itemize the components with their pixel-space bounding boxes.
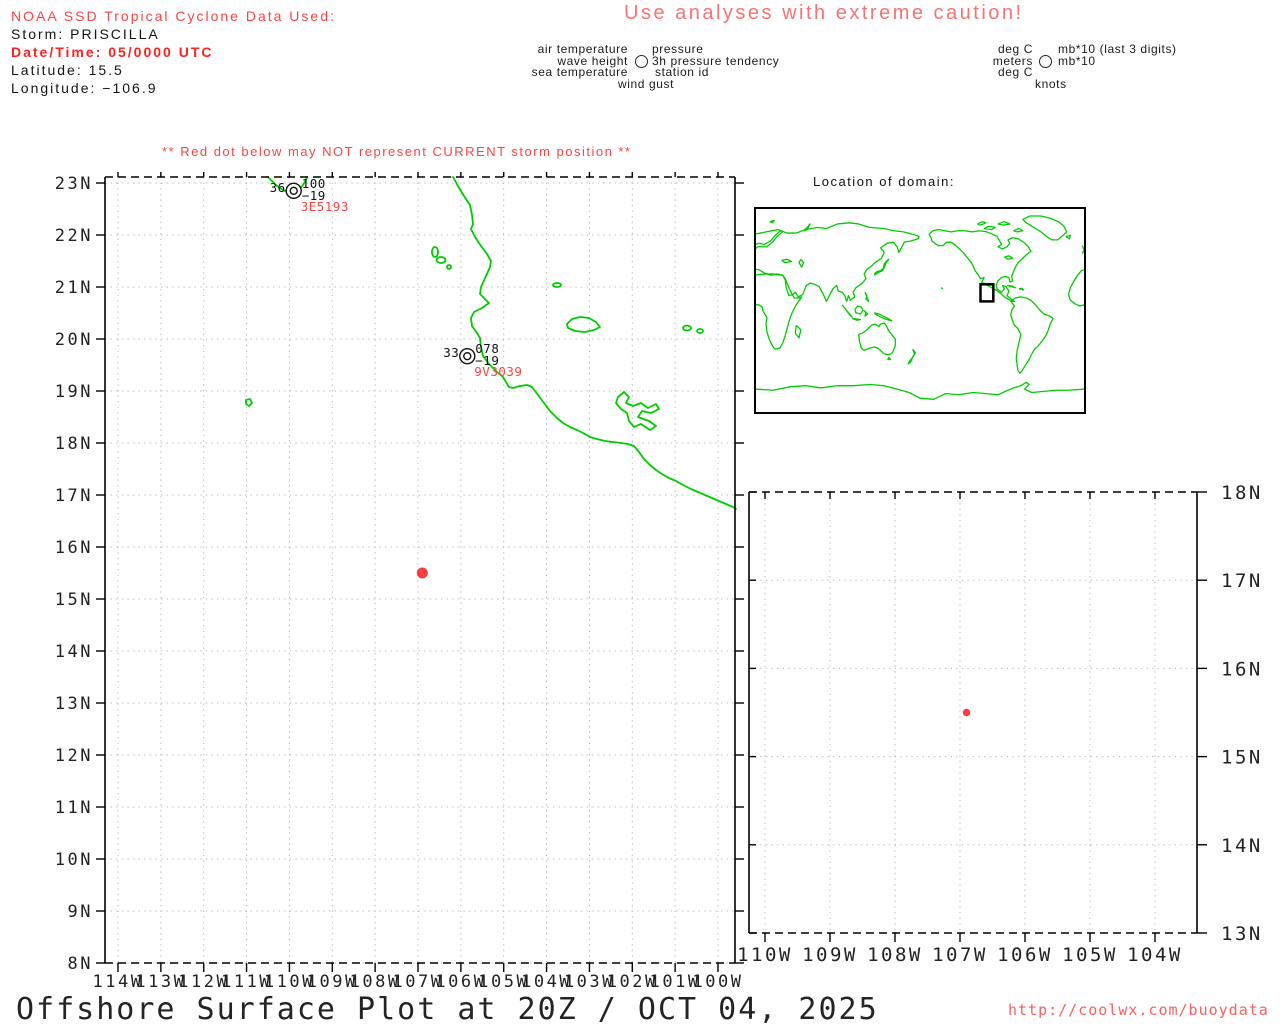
- svg-text:108W: 108W: [867, 944, 923, 966]
- svg-text:13N: 13N: [55, 694, 93, 714]
- station-plot: 33 078−199V3039: [443, 341, 522, 379]
- caution-warning: Use analyses with extreme caution!: [624, 2, 1024, 24]
- svg-text:104W: 104W: [1127, 944, 1183, 966]
- units-mb10: mb*10: [1058, 54, 1096, 68]
- svg-text:3E5193: 3E5193: [301, 199, 349, 214]
- svg-text:106W: 106W: [997, 944, 1053, 966]
- units-knots: knots: [1035, 77, 1067, 91]
- inset-title: Location of domain:: [813, 174, 955, 189]
- svg-text:110W: 110W: [737, 944, 793, 966]
- svg-text:18N: 18N: [55, 434, 93, 454]
- svg-text:23N: 23N: [55, 174, 93, 194]
- header-source-line: NOAA SSD Tropical Cyclone Data Used:: [11, 8, 336, 24]
- station-plot: 36 100−193E5193: [270, 176, 349, 214]
- svg-text:109W: 109W: [802, 944, 858, 966]
- svg-text:17N: 17N: [55, 486, 93, 506]
- plot-title: Offshore Surface Plot at 20Z / OCT 04, 2…: [16, 992, 879, 1027]
- header-datetime: Date/Time: 05/0000 UTC: [11, 44, 214, 60]
- world-coastlines: [755, 215, 1085, 400]
- legend-sea-temp: sea temperature: [531, 65, 628, 79]
- station-circle-icon: [635, 55, 648, 68]
- svg-text:11N: 11N: [55, 798, 93, 818]
- header-block: NOAA SSD Tropical Cyclone Data Used: Sto…: [11, 7, 336, 97]
- svg-text:16N: 16N: [55, 538, 93, 558]
- svg-text:9N: 9N: [68, 902, 93, 922]
- storm-position-warning: ** Red dot below may NOT represent CURRE…: [162, 144, 632, 159]
- storm-position-dot: [416, 567, 428, 579]
- zoom-map: 18N 17N 16N 15N 14N 13N 110W 109W 108W 107W 106W 10…: [737, 482, 1263, 966]
- svg-text:15N: 15N: [55, 590, 93, 610]
- source-url[interactable]: http://coolwx.com/buoydata: [1008, 1001, 1269, 1019]
- main-map: 23N 22N 21N 20N 19N 18N 17N 16N 15N 14N 13N 12N 11N 1…: [55, 172, 744, 992]
- header-longitude: Longitude: −106.9: [11, 80, 158, 96]
- svg-text:13N: 13N: [1221, 923, 1263, 945]
- legend-wind-gust: wind gust: [618, 77, 675, 91]
- units-deg-c-2: deg C: [997, 65, 1033, 79]
- svg-text:10N: 10N: [55, 850, 93, 870]
- storm-position-dot: [962, 708, 971, 717]
- world-inset-map: [754, 207, 1086, 414]
- svg-text:22N: 22N: [55, 226, 93, 246]
- svg-text:18N: 18N: [1221, 482, 1263, 504]
- svg-text:15N: 15N: [1221, 747, 1263, 769]
- svg-text:17N: 17N: [1221, 570, 1263, 592]
- svg-text:12N: 12N: [55, 746, 93, 766]
- header-latitude: Latitude: 15.5: [11, 62, 124, 78]
- header-storm-name: Storm: PRISCILLA: [11, 26, 160, 42]
- svg-text:8N: 8N: [68, 954, 93, 974]
- svg-text:36: 36: [270, 180, 286, 195]
- svg-text:21N: 21N: [55, 278, 93, 298]
- svg-text:16N: 16N: [1221, 658, 1263, 680]
- domain-box: [979, 283, 995, 303]
- svg-text:105W: 105W: [1062, 944, 1118, 966]
- buoy-plot-page: { "colors": { "text_red": "#fb4545", "bo…: [0, 0, 1280, 1027]
- svg-text:14N: 14N: [55, 642, 93, 662]
- svg-text:107W: 107W: [932, 944, 988, 966]
- svg-text:14N: 14N: [1221, 835, 1263, 857]
- svg-text:20N: 20N: [55, 330, 93, 350]
- station-circle-icon: [1039, 55, 1052, 68]
- svg-text:9V3039: 9V3039: [474, 364, 522, 379]
- svg-text:33: 33: [443, 345, 459, 360]
- svg-text:19N: 19N: [55, 382, 93, 402]
